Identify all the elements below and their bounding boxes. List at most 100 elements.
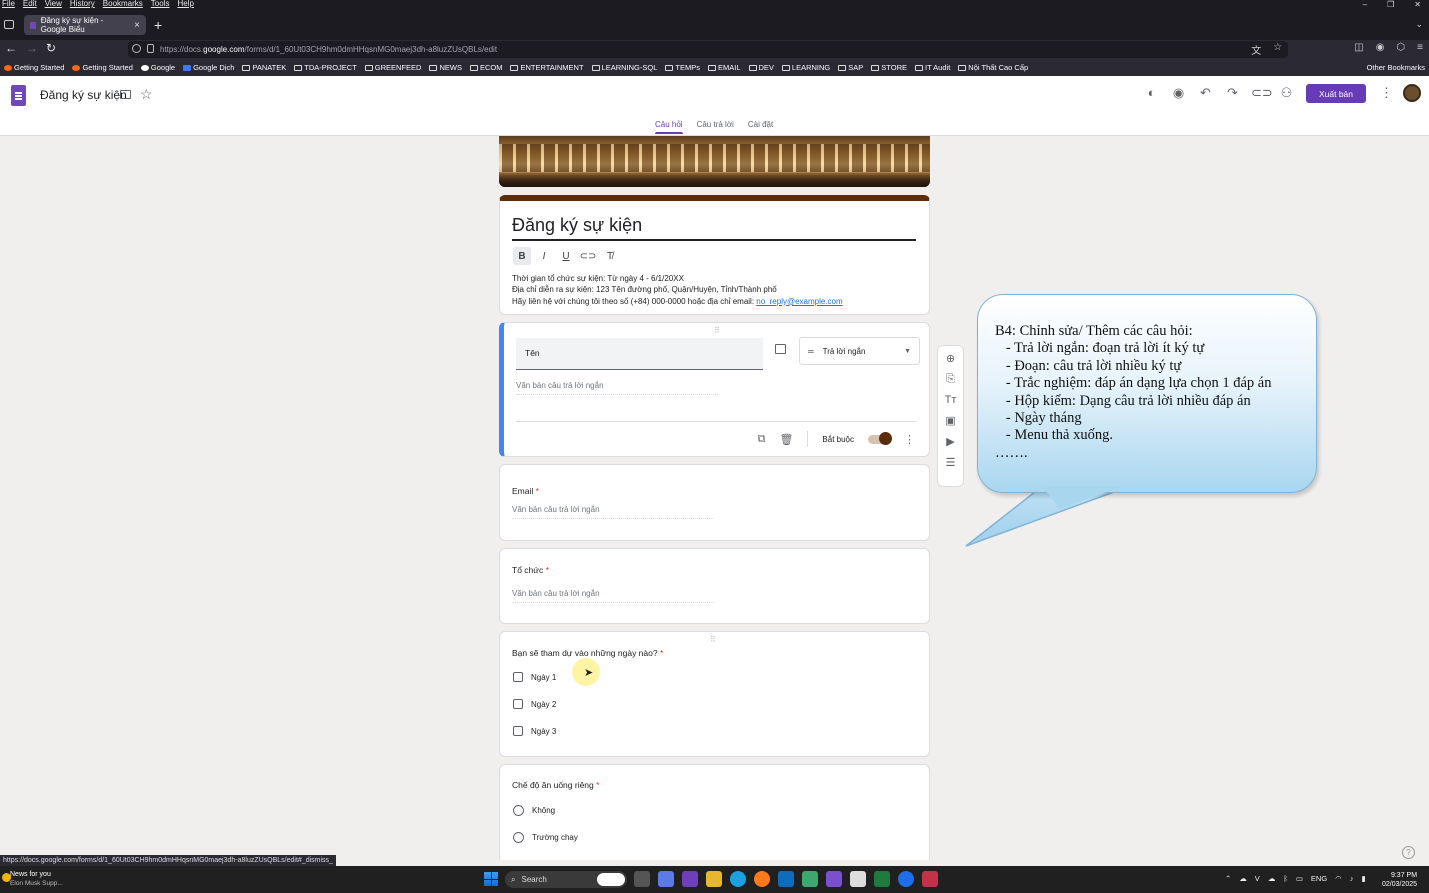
email-link[interactable]: no_reply@example.com — [756, 297, 842, 306]
form-title[interactable]: Đăng ký sự kiện — [512, 215, 642, 236]
folder-icon[interactable] — [120, 90, 131, 99]
link-icon[interactable]: ⊂⊃ — [579, 247, 597, 265]
link-icon[interactable]: ⊂⊃ — [1251, 85, 1273, 101]
zalo-icon[interactable] — [898, 871, 914, 887]
add-question-icon[interactable]: ⊕ — [946, 352, 955, 365]
firefox-icon[interactable] — [754, 871, 770, 887]
star-icon[interactable]: ☆ — [140, 86, 153, 103]
bookmark-folder[interactable]: ENTERTAINMENT — [510, 63, 584, 72]
underline-icon[interactable]: U — [557, 247, 575, 265]
bookmark-folder[interactable]: NEWS — [429, 63, 462, 72]
snipping-tool-icon[interactable] — [850, 871, 866, 887]
news-widget[interactable]: News for you Elon Musk Supp... — [10, 870, 63, 888]
delete-icon[interactable]: 🗑 — [779, 433, 793, 446]
question-card-organization[interactable]: Tổ chức * Văn bản câu trả lời ngắn — [499, 548, 930, 624]
vs-code-icon[interactable] — [826, 871, 842, 887]
onedrive-icon[interactable]: ☁ — [1268, 874, 1276, 883]
add-video-icon[interactable]: ▶ — [946, 435, 954, 448]
menu-history[interactable]: History — [70, 0, 95, 8]
close-tab-icon[interactable]: × — [134, 20, 140, 31]
bookmark-folder[interactable]: ECOM — [469, 63, 502, 72]
pycharm-icon[interactable] — [802, 871, 818, 887]
battery-icon[interactable]: ▭ — [1296, 874, 1303, 883]
visual-studio-icon[interactable] — [682, 871, 698, 887]
bookmark-folder[interactable]: TEMPs — [665, 63, 700, 72]
lock-icon[interactable] — [147, 44, 154, 53]
back-icon[interactable]: ← — [5, 41, 17, 55]
menu-view[interactable]: View — [45, 0, 62, 8]
browser-tab-active[interactable]: Đăng ký sự kiện - Google Biểu × — [24, 15, 146, 35]
other-bookmarks[interactable]: Other Bookmarks — [1367, 63, 1425, 72]
tab-list-icon[interactable] — [4, 20, 14, 29]
windows-start-icon[interactable] — [484, 872, 498, 886]
radio-option[interactable]: Trường chay — [513, 832, 578, 843]
reload-icon[interactable]: ↻ — [46, 41, 56, 55]
preview-eye-icon[interactable]: ◉ — [1170, 85, 1187, 101]
cloud-icon[interactable]: ☁ — [1239, 874, 1247, 883]
radio-option[interactable]: Không — [513, 805, 555, 816]
menu-edit[interactable]: Edit — [23, 0, 37, 8]
checkbox[interactable] — [513, 726, 523, 736]
question-more-icon[interactable]: ⋮ — [904, 433, 915, 446]
italic-icon[interactable]: I — [535, 247, 553, 265]
checkbox[interactable] — [513, 672, 523, 682]
tab-questions[interactable]: Câu hỏi — [655, 120, 683, 134]
address-bar[interactable]: https://docs. google.com/forms/d/1_60Ut03… — [128, 41, 1288, 58]
minimize-icon[interactable]: – — [1363, 0, 1367, 9]
volume-icon[interactable]: ♪ — [1350, 874, 1354, 883]
drag-handle-icon[interactable]: ⠿ — [710, 635, 717, 644]
edge-icon[interactable] — [730, 871, 746, 887]
bookmark-folder[interactable]: STORE — [871, 63, 907, 72]
bookmark-item[interactable]: Nội Thất Cao Cấp — [958, 63, 1028, 72]
extensions-icon[interactable]: ⬡ — [1396, 42, 1405, 57]
chevron-up-icon[interactable]: ⌃ — [1225, 874, 1231, 883]
bookmark-folder[interactable]: LEARNING — [781, 63, 830, 72]
bookmark-item[interactable]: Google — [140, 63, 175, 72]
power-icon[interactable]: ▮ — [1361, 874, 1365, 883]
google-forms-logo-icon[interactable] — [11, 85, 26, 106]
copilot-icon[interactable] — [658, 871, 674, 887]
taskbar-search[interactable]: ⌕ Search — [505, 871, 627, 888]
duplicate-icon[interactable]: ⧉ — [758, 433, 766, 446]
restore-icon[interactable]: ❐ — [1387, 0, 1394, 9]
menu-tools[interactable]: Tools — [151, 0, 170, 8]
required-toggle[interactable] — [868, 432, 892, 445]
store-icon[interactable] — [778, 871, 794, 887]
menu-file[interactable]: File — [2, 0, 15, 8]
bookmark-folder[interactable]: IT Audit — [914, 63, 950, 72]
file-explorer-icon[interactable] — [706, 871, 722, 887]
radio-button[interactable] — [513, 805, 524, 816]
security-icon[interactable]: V — [1255, 874, 1260, 883]
tab-responses[interactable]: Câu trả lời — [697, 120, 734, 129]
bookmark-item[interactable]: Getting Started — [4, 63, 64, 72]
clock[interactable]: 9:37 PM 02/03/2025 — [1382, 871, 1417, 889]
palette-icon[interactable]: ◐ — [1143, 85, 1160, 101]
drag-handle-icon[interactable]: ⠿ — [714, 326, 721, 335]
question-card-name[interactable]: ⠿ Tên ═ Trả lời ngắn ▼ Văn bản câu trả l… — [499, 322, 930, 457]
bookmark-folder[interactable]: LEARNING-SQL — [591, 63, 657, 72]
tracking-shield-icon[interactable] — [132, 44, 141, 53]
app-menu-icon[interactable]: ≡ — [1417, 42, 1423, 57]
question-card-diet[interactable]: Chế độ ăn uống riêng * Không Trường chay — [499, 764, 930, 860]
radio-button[interactable] — [513, 832, 524, 843]
add-image-icon[interactable] — [775, 344, 786, 354]
wifi-icon[interactable]: ◠ — [1335, 874, 1342, 883]
forward-icon[interactable]: → — [26, 41, 38, 55]
bookmark-folder[interactable]: TDA-PROJECT — [294, 63, 357, 72]
form-description[interactable]: Thời gian tổ chức sự kiện: Từ ngày 4 - 6… — [512, 273, 843, 307]
clear-format-icon[interactable]: T̸ — [601, 247, 619, 265]
more-options-icon[interactable]: ⋮ — [1380, 85, 1393, 101]
new-tab-icon[interactable]: + — [154, 17, 162, 33]
avatar[interactable] — [1403, 84, 1421, 102]
tab-settings[interactable]: Cài đặt — [748, 120, 773, 129]
import-questions-icon[interactable]: ⎘ — [946, 373, 955, 386]
bookmark-item[interactable]: Getting Started — [72, 63, 133, 72]
language-indicator[interactable]: ENG — [1311, 874, 1327, 883]
menu-bookmarks[interactable]: Bookmarks — [103, 0, 143, 8]
bookmark-star-icon[interactable]: ☆ — [1273, 42, 1282, 57]
pocket-icon[interactable]: ◫ — [1354, 42, 1363, 57]
add-section-icon[interactable]: ☰ — [946, 456, 956, 469]
chevron-down-icon[interactable]: ⌄ — [1415, 19, 1423, 30]
bookmark-folder[interactable]: EMAIL — [707, 63, 741, 72]
bluetooth-icon[interactable]: ᛒ — [1283, 874, 1288, 883]
